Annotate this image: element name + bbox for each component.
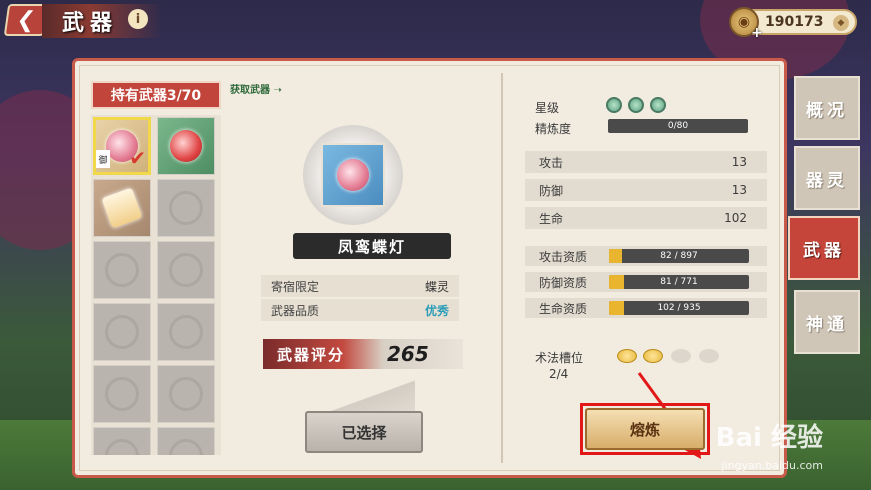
spell-slot-filled-icon[interactable] (617, 349, 637, 363)
weapon-portrait-frame (303, 125, 403, 225)
weapon-grid: 御 ✔ (91, 115, 221, 455)
aptitude-value: 81 / 771 (660, 277, 698, 287)
stat-row: 攻击 13 (525, 151, 767, 173)
tab-weapon[interactable]: 武器 (788, 216, 860, 280)
aptitude-fill (609, 249, 622, 263)
empty-slot (157, 303, 215, 361)
swirl-icon (169, 377, 203, 411)
arrow-right-icon: ➝ (273, 85, 282, 96)
spell-slot-count: 2/4 (549, 367, 569, 381)
aptitude-bar: 81 / 771 (609, 275, 749, 289)
stat-value: 13 (731, 155, 747, 169)
equipped-tag: 御 (96, 150, 110, 168)
info-icon[interactable]: i (128, 9, 148, 29)
aptitude-label: 防御资质 (539, 275, 588, 290)
swirl-icon (105, 439, 139, 455)
weapon-name: 凤鸾蝶灯 (293, 233, 451, 259)
score-value: 265 (387, 342, 429, 366)
spell-slot-filled-icon[interactable] (643, 349, 663, 363)
quality-row: 武器品质 优秀 (261, 299, 459, 321)
weapon-slot[interactable] (93, 179, 151, 237)
tab-overview[interactable]: 概况 (794, 76, 860, 140)
weapon-portrait (321, 143, 385, 207)
star-icon (628, 97, 644, 113)
tab-spirit[interactable]: 器灵 (794, 146, 860, 210)
aptitude-fill (609, 275, 624, 289)
quality-label: 武器品质 (271, 303, 320, 318)
quality-value: 优秀 (424, 303, 449, 318)
lantern-icon (337, 159, 369, 191)
owned-weapons-header: 持有武器3/70 (91, 81, 221, 109)
aptitude-bar: 82 / 897 (609, 249, 749, 263)
currency-value: 190173 (765, 14, 824, 30)
empty-slot (157, 241, 215, 299)
swirl-icon (105, 315, 139, 349)
red-lantern-icon (170, 130, 202, 162)
star-label: 星级 (535, 101, 560, 115)
watermark-url: jingyan.baidu.com (721, 459, 823, 472)
aptitude-value: 82 / 897 (660, 251, 698, 261)
spell-slot-empty-icon[interactable] (671, 349, 691, 363)
empty-slot (93, 427, 151, 455)
empty-slot (157, 365, 215, 423)
star-icon (606, 97, 622, 113)
swirl-icon (105, 253, 139, 287)
scroll-lantern-icon (101, 187, 143, 229)
watermark-brand: Bai 经验 (715, 423, 823, 453)
get-weapon-link[interactable]: 获取武器 ➝ (230, 81, 282, 96)
top-bar: ❮ 武器 i ◉ + 190173 ◆ (0, 0, 871, 41)
tab-divine[interactable]: 神通 (794, 290, 860, 354)
stat-value: 102 (724, 211, 747, 225)
spell-slot-label: 术法槽位 (535, 351, 584, 365)
score-label: 武器评分 (277, 345, 346, 364)
weapon-slot[interactable] (157, 117, 215, 175)
get-weapon-label: 获取武器 (230, 85, 270, 96)
aptitude-label: 生命资质 (539, 301, 588, 316)
refine-progress: 0/80 (608, 119, 748, 133)
page-title: 武器 (62, 11, 119, 36)
stat-value: 13 (731, 183, 747, 197)
spell-slot-empty-icon[interactable] (699, 349, 719, 363)
currency-display[interactable]: ◉ + 190173 ◆ (729, 7, 857, 41)
aptitude-row: 生命资质 102 / 935 (525, 298, 767, 318)
empty-slot (93, 241, 151, 299)
aptitude-row: 攻击资质 82 / 897 (525, 246, 767, 266)
stat-row: 防御 13 (525, 179, 767, 201)
host-limit-value: 蝶灵 (424, 279, 449, 294)
weapon-score-bar: 武器评分 265 (263, 339, 463, 369)
stat-label: 攻击 (539, 155, 564, 170)
aptitude-value: 102 / 935 (657, 303, 701, 313)
add-currency-icon[interactable]: + (751, 25, 763, 41)
selected-button[interactable]: 已选择 (305, 411, 423, 453)
empty-slot (93, 303, 151, 361)
stat-label: 生命 (539, 211, 564, 226)
smelt-button[interactable]: 熔炼 (585, 408, 705, 450)
stat-row: 生命 102 (525, 207, 767, 229)
stat-label: 防御 (539, 183, 564, 198)
swirl-icon (169, 439, 203, 455)
host-limit-label: 寄宿限定 (271, 279, 320, 294)
coin-badge-icon: ◆ (833, 15, 849, 31)
weapon-slot[interactable]: 御 ✔ (93, 117, 151, 175)
star-icon (650, 97, 666, 113)
refine-label: 精炼度 (535, 122, 572, 136)
back-arrow-icon: ❮ (15, 7, 37, 33)
aptitude-label: 攻击资质 (539, 249, 588, 264)
aptitude-fill (609, 301, 625, 315)
column-divider (501, 73, 503, 463)
host-limit-row: 寄宿限定 蝶灵 (261, 275, 459, 297)
swirl-icon (169, 315, 203, 349)
aptitude-row: 防御资质 81 / 771 (525, 272, 767, 292)
weapon-panel: 持有武器3/70 获取武器 ➝ 御 ✔ 凤鸾蝶灯 寄宿限定 蝶灵 武器品质 优秀… (72, 58, 787, 478)
swirl-icon (105, 377, 139, 411)
swirl-icon (169, 253, 203, 287)
swirl-icon (169, 191, 203, 225)
checkmark-icon: ✔ (129, 146, 146, 170)
empty-slot (157, 427, 215, 455)
aptitude-bar: 102 / 935 (609, 301, 749, 315)
empty-slot (157, 179, 215, 237)
empty-slot (93, 365, 151, 423)
